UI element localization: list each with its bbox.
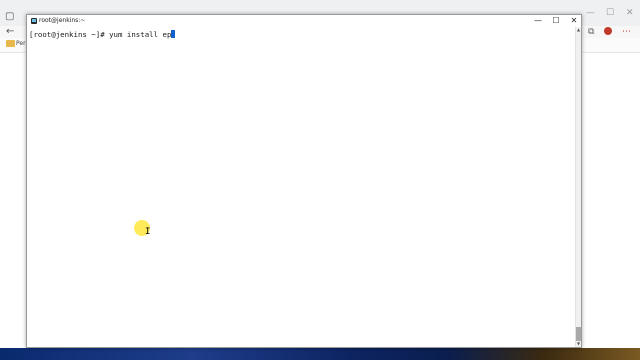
terminal-scrollbar[interactable]: ▲ ▼ xyxy=(575,27,581,347)
terminal-output[interactable]: [root@jenkins ~]# yum install ep xyxy=(27,27,575,347)
square-icon[interactable]: ▢ xyxy=(5,11,14,23)
more-icon[interactable]: ⋯ xyxy=(622,27,631,37)
terminal-app-icon[interactable] xyxy=(31,18,37,24)
browser-minimize-button[interactable]: — xyxy=(586,8,595,18)
text-cursor xyxy=(171,30,176,38)
scroll-up-arrow-icon[interactable]: ▲ xyxy=(576,27,581,32)
scroll-down-arrow-icon[interactable]: ▼ xyxy=(576,341,581,346)
browser-maximize-button[interactable]: ☐ xyxy=(606,8,614,18)
terminal-title: root@jenkins:~ xyxy=(39,17,86,24)
ibeam-cursor-icon: I xyxy=(145,227,151,237)
typed-command: yum install ep xyxy=(109,30,172,39)
terminal-maximize-button[interactable]: ☐ xyxy=(547,15,565,27)
taskbar xyxy=(0,348,640,360)
terminal-close-button[interactable]: ✕ xyxy=(565,15,583,27)
avatar-icon[interactable] xyxy=(604,27,612,35)
scrollbar-thumb[interactable] xyxy=(576,327,581,341)
screen: ▢ — ☐ ✕ ← ⧉ ⋯ Perso root@jenkins:~ — ☐ ✕… xyxy=(0,0,640,360)
extensions-icon[interactable]: ⧉ xyxy=(588,27,594,37)
terminal-window: root@jenkins:~ — ☐ ✕ [root@jenkins ~]# y… xyxy=(26,14,582,348)
shell-prompt: [root@jenkins ~]# xyxy=(29,30,110,39)
browser-close-button[interactable]: ✕ xyxy=(626,8,634,18)
terminal-title-bar[interactable]: root@jenkins:~ — ☐ ✕ xyxy=(27,15,581,27)
arrow-left-icon[interactable]: ← xyxy=(6,26,14,38)
terminal-command-line: [root@jenkins ~]# yum install ep xyxy=(29,30,176,40)
folder-icon xyxy=(6,40,15,47)
terminal-minimize-button[interactable]: — xyxy=(529,15,547,27)
